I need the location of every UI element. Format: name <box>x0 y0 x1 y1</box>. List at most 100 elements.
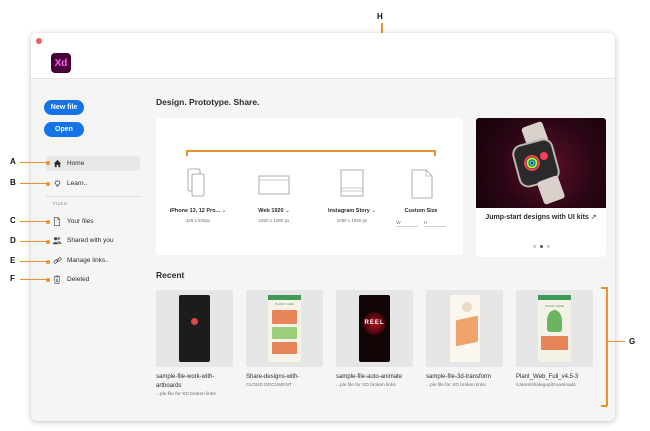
callout-e-dot <box>46 259 50 264</box>
sidebar-item-label: Shared with you <box>67 237 114 244</box>
file-thumbnail: PLANT CARE <box>246 290 323 367</box>
recent-file-item[interactable]: PLANT NAME Plant_Web_Full_v4.5-3 /Users/… <box>516 290 593 389</box>
plant-name-label: PLANT NAME <box>544 304 565 308</box>
external-link-icon[interactable]: ↗ <box>591 214 597 221</box>
ui-kits-promo-card[interactable]: Jump-start designs with UI kits ↗ <box>476 118 606 257</box>
document-icon <box>51 217 63 226</box>
carousel-dots <box>476 245 606 248</box>
callout-h-bracket-right <box>434 150 436 156</box>
callout-d-dot <box>46 239 50 244</box>
callout-h-bracket <box>186 150 435 152</box>
link-icon <box>51 256 63 265</box>
file-name: sample-file-auto-animate <box>336 374 403 380</box>
xd-home-window: Xd New file Open Home Learn.. FILES Your… <box>31 33 615 421</box>
preset-name: Instagram Story <box>327 208 370 214</box>
file-thumbnail <box>156 290 233 367</box>
preset-instagram-story[interactable]: Instagram Story ⌄ 1080 x 1920 px <box>320 168 384 223</box>
recent-file-item[interactable]: REEL sample-file-auto-animate ...ple fil… <box>336 290 413 389</box>
callout-g-line <box>607 341 625 342</box>
sidebar-item-label: Learn.. <box>67 180 88 187</box>
preset-custom-size[interactable]: Custom Size W H <box>389 168 453 227</box>
callout-d-label: D <box>10 236 16 245</box>
callout-d-line <box>20 241 48 242</box>
callout-a-label: A <box>10 157 16 166</box>
callout-b-label: B <box>10 178 16 187</box>
annotated-screenshot: H A B C D E F G Xd New file Open Home Le… <box>0 0 650 431</box>
recent-file-item[interactable]: sample-file-3d-transform ...ple file for… <box>426 290 503 389</box>
phone-artboard-icon <box>187 168 205 197</box>
chevron-down-icon[interactable]: ⌄ <box>371 208 376 214</box>
sidebar-item-label: Home <box>67 160 85 167</box>
custom-width-field[interactable]: W <box>396 218 419 227</box>
smartwatch-image <box>476 118 606 208</box>
callout-f-line <box>20 279 48 280</box>
callout-e-label: E <box>10 256 16 265</box>
sidebar-divider <box>46 196 140 197</box>
callout-e-line <box>20 261 48 262</box>
preset-size: 1920 x 1080 px <box>258 218 290 223</box>
xd-logo: Xd <box>51 53 71 73</box>
recent-file-item[interactable]: sample-file-work-with-artboards ...ple f… <box>156 290 233 398</box>
file-name: sample-file-3d-transform <box>426 374 492 380</box>
carousel-dot-active[interactable] <box>539 245 543 248</box>
callout-g-bracket-top <box>601 287 607 289</box>
chevron-down-icon[interactable]: ⌄ <box>222 208 227 214</box>
callout-g-bracket <box>606 287 608 406</box>
sidebar-item-deleted[interactable]: Deleted <box>46 272 140 287</box>
sidebar-item-label: Manage links.. <box>67 257 109 264</box>
callout-h-bracket-left <box>186 150 188 156</box>
file-thumbnail: PLANT NAME <box>516 290 593 367</box>
carousel-dot[interactable] <box>532 245 536 248</box>
sidebar-item-manage-links[interactable]: Manage links.. <box>46 253 140 268</box>
carousel-dot[interactable] <box>546 245 550 248</box>
file-location: ...ple file for XD broken links <box>426 383 486 388</box>
promo-title: Jump-start designs with UI kits <box>485 214 589 221</box>
file-name: Plant_Web_Full_v4.5-3 <box>516 374 579 380</box>
sidebar-item-label: Your files <box>67 218 94 225</box>
close-window-button[interactable] <box>36 38 42 44</box>
callout-c-line <box>20 221 48 222</box>
callout-g-bracket-bottom <box>601 405 607 407</box>
callout-b-dot <box>46 181 50 186</box>
callout-f-label: F <box>10 274 15 283</box>
home-icon <box>51 159 63 168</box>
lightbulb-icon <box>51 179 63 188</box>
file-name: sample-file-work-with-artboards <box>156 374 215 389</box>
preset-name: Web 1920 <box>258 208 284 214</box>
preset-size: 1080 x 1920 px <box>336 218 368 223</box>
page-heading: Design. Prototype. Share. <box>156 97 260 107</box>
recent-file-item[interactable]: PLANT CARE Share-designs-with- CLOUD DOC… <box>246 290 323 389</box>
callout-h-label: H <box>377 12 383 21</box>
callout-c-dot <box>46 219 50 224</box>
sidebar-item-label: Deleted <box>67 276 90 283</box>
file-location: ...ple file for XD broken links <box>336 383 396 388</box>
custom-artboard-icon <box>411 169 433 199</box>
sidebar-item-your-files[interactable]: Your files <box>46 214 140 229</box>
custom-height-field[interactable]: H <box>423 218 446 227</box>
callout-a-line <box>20 162 48 163</box>
sidebar-item-home[interactable]: Home <box>46 156 140 171</box>
callout-c-label: C <box>10 216 16 225</box>
callout-a-dot <box>46 160 50 165</box>
new-file-button[interactable]: New file <box>44 100 84 115</box>
preset-iphone[interactable]: iPhone 13, 12 Pro... ⌄ 428 x 926px <box>166 168 230 223</box>
reel-label: REEL <box>364 320 385 326</box>
story-artboard-icon <box>340 169 364 197</box>
document-presets-panel: iPhone 13, 12 Pro... ⌄ 428 x 926px Web 1… <box>156 118 463 255</box>
callout-g-label: G <box>629 337 636 346</box>
file-location: ...ple file for XD broken links <box>156 392 216 397</box>
preset-name: Custom Size <box>404 208 438 214</box>
file-location: /Users/shalegup/Downloads <box>516 383 576 388</box>
files-section-label: FILES <box>53 201 68 206</box>
preset-web[interactable]: Web 1920 ⌄ 1920 x 1080 px <box>242 168 306 223</box>
chevron-down-icon[interactable]: ⌄ <box>285 208 290 214</box>
file-thumbnail: REEL <box>336 290 413 367</box>
callout-f-dot <box>46 277 50 282</box>
web-artboard-icon <box>258 175 290 195</box>
title-bar: Xd <box>31 33 615 79</box>
sidebar-item-shared[interactable]: Shared with you <box>46 233 140 248</box>
preset-size: 428 x 926px <box>185 218 211 223</box>
preset-name: iPhone 13, 12 Pro... <box>169 208 221 214</box>
sidebar-item-learn[interactable]: Learn.. <box>46 176 140 191</box>
open-button[interactable]: Open <box>44 122 84 137</box>
